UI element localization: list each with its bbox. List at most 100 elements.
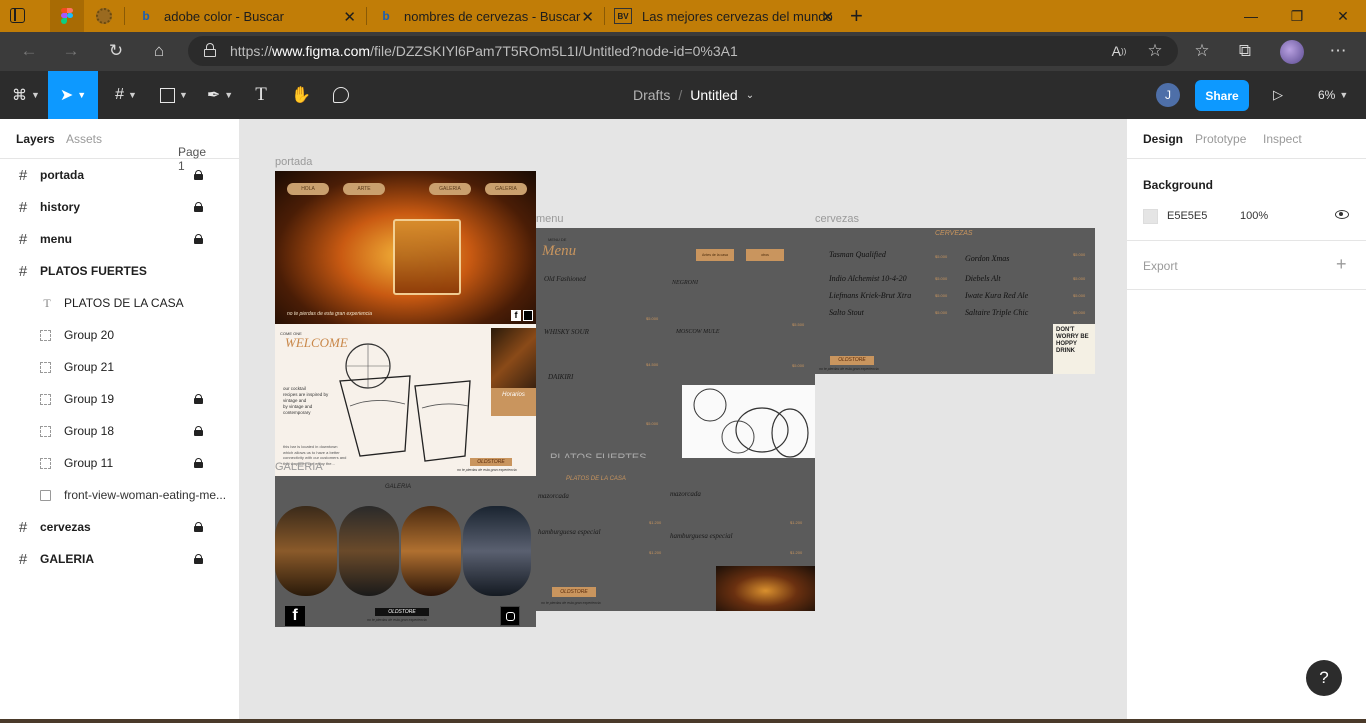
layer-item[interactable]: Group 11 [0, 447, 239, 479]
refresh-icon[interactable]: ↻ [101, 36, 131, 66]
chevron-down-icon: ⌄ [178, 145, 186, 155]
chevron-down-icon[interactable]: ⌄ [746, 90, 754, 101]
present-button[interactable]: ▷ [1266, 71, 1290, 119]
tab-assets[interactable]: Assets [66, 132, 102, 146]
layer-item[interactable]: # menu [0, 223, 239, 255]
layer-item[interactable]: # portada [0, 159, 239, 191]
layer-item[interactable]: front-view-woman-eating-me... [0, 479, 239, 511]
share-button[interactable]: Share [1195, 80, 1249, 111]
frame-galeria[interactable]: GALERIA f OLDSTORE no te pierdas de esta… [275, 476, 536, 627]
more-icon[interactable]: ⋯ [1323, 36, 1353, 66]
lock-icon[interactable] [194, 394, 203, 404]
frame-history[interactable]: COME ONE WELCOME our cocktail recipes ar… [275, 324, 536, 476]
copy-line: this bar is located in downtown [283, 444, 338, 449]
layer-name: Group 20 [64, 328, 115, 342]
layer-item[interactable]: Group 19 [0, 383, 239, 415]
layer-item[interactable]: # cervezas [0, 511, 239, 543]
forward-icon[interactable]: → [56, 36, 86, 66]
bg-opacity-input[interactable]: 100% [1240, 210, 1268, 222]
frame-menu[interactable]: MENU DE Menu Antes de la casa otros Old … [536, 228, 815, 467]
lock-icon[interactable] [194, 522, 203, 532]
close-window-icon[interactable]: ✕ [1320, 0, 1366, 32]
export-label[interactable]: Export [1143, 259, 1178, 273]
move-tool-button[interactable]: ➤ ▼ [48, 71, 98, 119]
copy-line: contemporary [283, 410, 311, 415]
browser-tab[interactable]: BV Las mejores cervezas del mundo ✕ [606, 0, 842, 32]
layer-name: PLATOS FUERTES [40, 264, 147, 278]
layer-item[interactable]: Group 20 [0, 319, 239, 351]
tab-inspect[interactable]: Inspect [1263, 132, 1302, 146]
main-menu-button[interactable]: ⌘ ▼ [6, 71, 46, 119]
beer-item: Liefmans Kriek-Brut Xtra [829, 291, 912, 300]
tab-prototype[interactable]: Prototype [1195, 132, 1246, 146]
bg-hex-input[interactable]: E5E5E5 [1167, 210, 1207, 222]
instagram-icon [523, 310, 533, 321]
frame-label-cervezas[interactable]: cervezas [815, 213, 859, 225]
lock-icon[interactable] [194, 458, 203, 468]
lock-icon[interactable] [194, 170, 203, 180]
layer-item[interactable]: Group 18 [0, 415, 239, 447]
close-icon[interactable]: ✕ [821, 8, 834, 26]
frame-cervezas[interactable]: CERVEZAS Tasman Qualified Indio Alchemis… [815, 228, 1095, 374]
beer-item: Tasman Qualified [829, 250, 886, 259]
facebook-icon: f [285, 606, 305, 626]
layer-item[interactable]: # history [0, 191, 239, 223]
new-tab-button[interactable]: + [850, 3, 863, 29]
hand-tool-button[interactable]: ✋ [286, 71, 316, 119]
avatar[interactable]: J [1156, 83, 1180, 107]
color-swatch[interactable] [1143, 209, 1158, 224]
sidebar-toggle-icon[interactable] [10, 8, 25, 23]
shape-tool-button[interactable]: ▼ [152, 71, 196, 119]
frame-label-portada[interactable]: portada [275, 156, 312, 168]
minimize-icon[interactable]: — [1228, 0, 1274, 32]
lock-icon[interactable] [194, 554, 203, 564]
back-icon[interactable]: ← [14, 36, 44, 66]
figma-tab[interactable] [50, 0, 84, 32]
tab-layers[interactable]: Layers [16, 132, 55, 146]
design-canvas[interactable]: portada menu cervezas HOLA ARTE GALERIA … [240, 119, 1126, 719]
favorites-icon[interactable]: ☆ [1187, 36, 1217, 66]
url-field[interactable]: https://www.figma.com/file/DZZSKIYl6Pam7… [188, 36, 1178, 66]
breadcrumb-drafts[interactable]: Drafts [633, 87, 670, 103]
layer-item[interactable]: T PLATOS DE LA CASA [0, 287, 239, 319]
settings-tab[interactable] [96, 8, 112, 24]
frame-portada[interactable]: HOLA ARTE GALERIA GALERIA no te pierdas … [275, 171, 536, 324]
figma-logo-icon: ⌘ [12, 87, 28, 104]
add-favorite-icon[interactable]: ☆ [1140, 36, 1170, 66]
background-label: Background [1143, 178, 1214, 192]
nav-pill: HOLA [287, 183, 329, 195]
tab-design[interactable]: Design [1143, 132, 1183, 146]
browser-tab[interactable]: b nombres de cervezas - Buscar ✕ [370, 0, 602, 32]
brand-badge: OLDSTORE [375, 608, 429, 616]
layer-item[interactable]: # GALERIA [0, 543, 239, 575]
frame-label-galeria[interactable]: GALERIA [275, 461, 323, 473]
whiskey-glass-image [393, 219, 461, 295]
home-icon[interactable]: ⌂ [144, 36, 174, 66]
close-icon[interactable]: ✕ [343, 8, 356, 26]
collections-icon[interactable]: ⧉ [1230, 36, 1260, 66]
restore-icon[interactable]: ❐ [1274, 0, 1320, 32]
profile-avatar[interactable] [1280, 40, 1304, 64]
layer-item[interactable]: # PLATOS FUERTES [0, 255, 239, 287]
zoom-dropdown[interactable]: 6% ▼ [1318, 71, 1348, 119]
lock-icon[interactable] [194, 234, 203, 244]
lock-icon[interactable] [194, 426, 203, 436]
pen-tool-button[interactable]: ✒ ▼ [198, 71, 242, 119]
help-button[interactable]: ? [1306, 660, 1342, 696]
add-export-icon[interactable]: + [1336, 254, 1347, 275]
close-icon[interactable]: ✕ [581, 8, 594, 26]
frame-tool-button[interactable]: # ▼ [104, 71, 148, 119]
text-icon: T [43, 295, 51, 310]
comment-tool-button[interactable] [326, 71, 356, 119]
read-aloud-icon[interactable]: A)) [1104, 36, 1134, 66]
menu-button: Antes de la casa [696, 249, 734, 261]
layer-item[interactable]: Group 21 [0, 351, 239, 383]
browser-tab[interactable]: b adobe color - Buscar ✕ [130, 0, 364, 32]
layer-name: front-view-woman-eating-me... [64, 488, 227, 502]
text-tool-button[interactable]: T [246, 71, 276, 119]
frame-label-menu[interactable]: menu [536, 213, 564, 225]
file-name[interactable]: Untitled [690, 87, 737, 103]
lock-icon[interactable] [194, 202, 203, 212]
eye-icon[interactable] [1335, 210, 1349, 219]
frame-platos[interactable]: PLATOS DE LA CASA mazorcada mazorcada ha… [536, 458, 815, 611]
